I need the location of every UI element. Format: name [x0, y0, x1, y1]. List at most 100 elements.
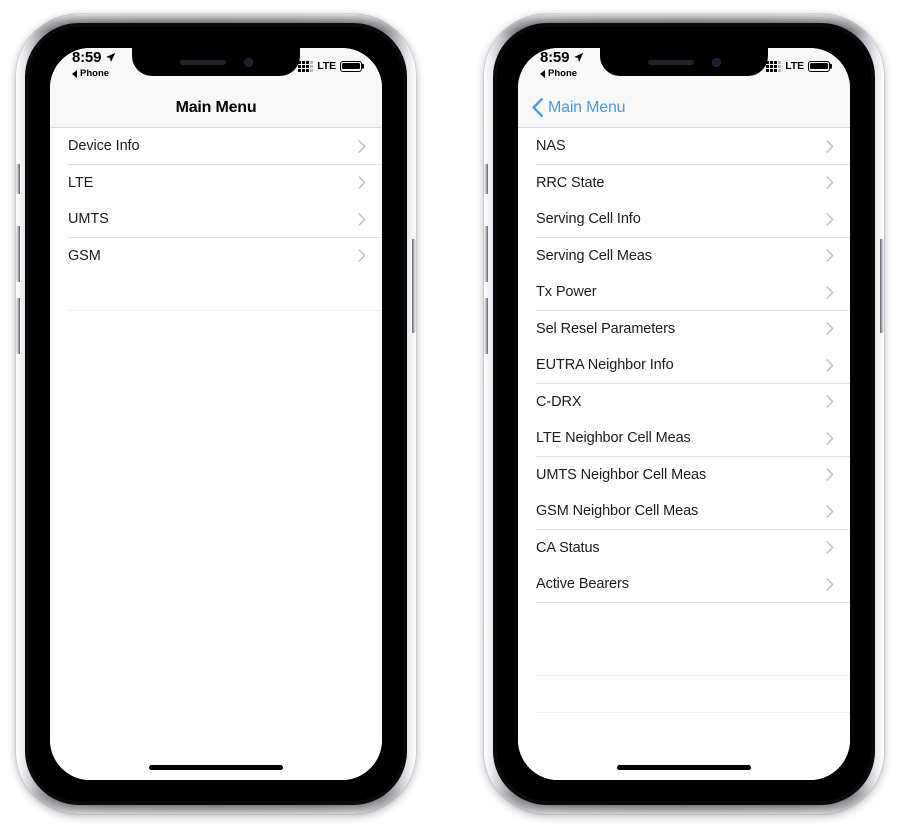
home-indicator[interactable]: [149, 764, 283, 770]
home-indicator[interactable]: [617, 764, 751, 770]
back-button[interactable]: Main Menu: [518, 98, 626, 117]
front-camera-icon: [243, 57, 253, 67]
status-bar-left-cluster: 8:59 Phone: [72, 50, 116, 79]
list-item-label: UMTS: [68, 211, 109, 228]
power-button[interactable]: [412, 239, 416, 333]
return-to-phone-app-button[interactable]: Phone: [540, 69, 577, 79]
page-title: Main Menu: [175, 98, 257, 116]
list-item-label: LTE Neighbor Cell Meas: [536, 430, 691, 447]
cellular-signal-dots-icon: [298, 60, 314, 72]
list-empty-row: [518, 639, 850, 676]
volume-down-button[interactable]: [484, 298, 488, 354]
screenshot-stage: 8:59 Phone LTE Main Menu Device Info LTE…: [0, 0, 900, 828]
list-empty-row: [518, 675, 850, 712]
status-time: 8:59: [540, 49, 570, 66]
list-item-label: NAS: [536, 138, 566, 155]
list-item-label: Serving Cell Info: [536, 211, 641, 228]
status-bar-right-cluster: LTE: [766, 60, 830, 72]
front-camera-icon: [711, 57, 721, 67]
chevron-right-icon: [358, 139, 366, 153]
main-menu-list[interactable]: Device Info LTE UMTS GSM: [50, 128, 382, 754]
nav-bar-right: Main Menu: [518, 88, 850, 128]
status-time: 8:59: [72, 49, 102, 66]
back-triangle-icon: [72, 69, 77, 78]
chevron-right-icon: [826, 176, 834, 190]
list-item-label: Tx Power: [536, 284, 597, 301]
network-type-label: LTE: [317, 60, 336, 72]
earpiece-speaker-icon: [179, 59, 226, 65]
list-item[interactable]: CA Status: [518, 529, 850, 566]
volume-down-button[interactable]: [16, 298, 20, 354]
list-item[interactable]: Serving Cell Meas: [518, 237, 850, 274]
back-button-label: Main Menu: [548, 98, 626, 116]
status-time-group: 8:59: [540, 50, 584, 65]
device-bezel: 8:59 Phone: [29, 27, 403, 801]
list-item[interactable]: Active Bearers: [518, 566, 850, 603]
mute-switch-button[interactable]: [484, 164, 488, 194]
notch: [132, 48, 300, 76]
home-indicator-area: [518, 754, 850, 780]
list-item[interactable]: C-DRX: [518, 383, 850, 420]
chevron-left-icon: [532, 98, 543, 117]
chevron-right-icon: [826, 212, 834, 226]
list-item-label: GSM: [68, 247, 101, 264]
list-item[interactable]: UMTS Neighbor Cell Meas: [518, 456, 850, 493]
notch: [600, 48, 768, 76]
home-indicator-area: [50, 754, 382, 780]
chevron-right-icon: [826, 358, 834, 372]
list-item-label: C-DRX: [536, 393, 582, 410]
list-item[interactable]: LTE Neighbor Cell Meas: [518, 420, 850, 457]
lte-submenu-list[interactable]: NAS RRC State Serving Cell Info Serving Cel…: [518, 128, 850, 754]
iphone-device-right: 8:59 Phone LTE Main Menu NAS RRC State S…: [484, 14, 884, 814]
chevron-right-icon: [358, 212, 366, 226]
battery-full-icon: [808, 60, 830, 72]
list-item-label: EUTRA Neighbor Info: [536, 357, 674, 374]
list-item-label: UMTS Neighbor Cell Meas: [536, 466, 707, 483]
return-to-phone-app-label: Phone: [548, 68, 578, 79]
list-empty-row: [518, 602, 850, 639]
list-item-label: Serving Cell Meas: [536, 247, 652, 264]
return-to-phone-app-label: Phone: [80, 68, 110, 79]
list-item[interactable]: RRC State: [518, 164, 850, 201]
volume-up-button[interactable]: [16, 226, 20, 282]
power-button[interactable]: [880, 239, 884, 333]
list-item[interactable]: EUTRA Neighbor Info: [518, 347, 850, 384]
location-arrow-icon: [106, 52, 116, 62]
volume-up-button[interactable]: [484, 226, 488, 282]
network-type-label: LTE: [785, 60, 804, 72]
status-bar-left-cluster: 8:59 Phone: [540, 50, 584, 79]
list-item-label: Sel Resel Parameters: [536, 320, 676, 337]
earpiece-speaker-icon: [647, 59, 694, 65]
return-to-phone-app-button[interactable]: Phone: [72, 69, 109, 79]
iphone-device-left: 8:59 Phone LTE Main Menu Device Info LTE…: [16, 14, 416, 814]
list-item-label: LTE: [68, 174, 94, 191]
chevron-right-icon: [826, 504, 834, 518]
chevron-right-icon: [826, 431, 834, 445]
list-item[interactable]: UMTS: [50, 201, 382, 238]
list-item[interactable]: LTE: [50, 164, 382, 201]
chevron-right-icon: [826, 541, 834, 555]
chevron-right-icon: [826, 468, 834, 482]
cellular-signal-dots-icon: [766, 60, 782, 72]
chevron-right-icon: [826, 285, 834, 299]
chevron-right-icon: [826, 395, 834, 409]
mute-switch-button[interactable]: [16, 164, 20, 194]
list-item-label: Active Bearers: [536, 576, 629, 593]
list-item[interactable]: Tx Power: [518, 274, 850, 311]
list-item-label: RRC State: [536, 174, 605, 191]
chevron-right-icon: [826, 139, 834, 153]
status-time-group: 8:59: [72, 50, 116, 65]
list-item[interactable]: GSM Neighbor Cell Meas: [518, 493, 850, 530]
list-item[interactable]: GSM: [50, 237, 382, 274]
chevron-right-icon: [826, 577, 834, 591]
device-screen-left: 8:59 Phone LTE Main Menu Device Info LTE…: [50, 48, 382, 780]
list-item[interactable]: Serving Cell Info: [518, 201, 850, 238]
list-empty-row: [50, 274, 382, 311]
list-item-label: Device Info: [68, 138, 140, 155]
list-item[interactable]: Sel Resel Parameters: [518, 310, 850, 347]
chevron-right-icon: [826, 322, 834, 336]
list-item[interactable]: Device Info: [50, 128, 382, 165]
nav-bar-left: Main Menu: [50, 88, 382, 128]
device-screen-right: 8:59 Phone LTE Main Menu NAS RRC State S…: [518, 48, 850, 780]
list-item[interactable]: NAS: [518, 128, 850, 165]
